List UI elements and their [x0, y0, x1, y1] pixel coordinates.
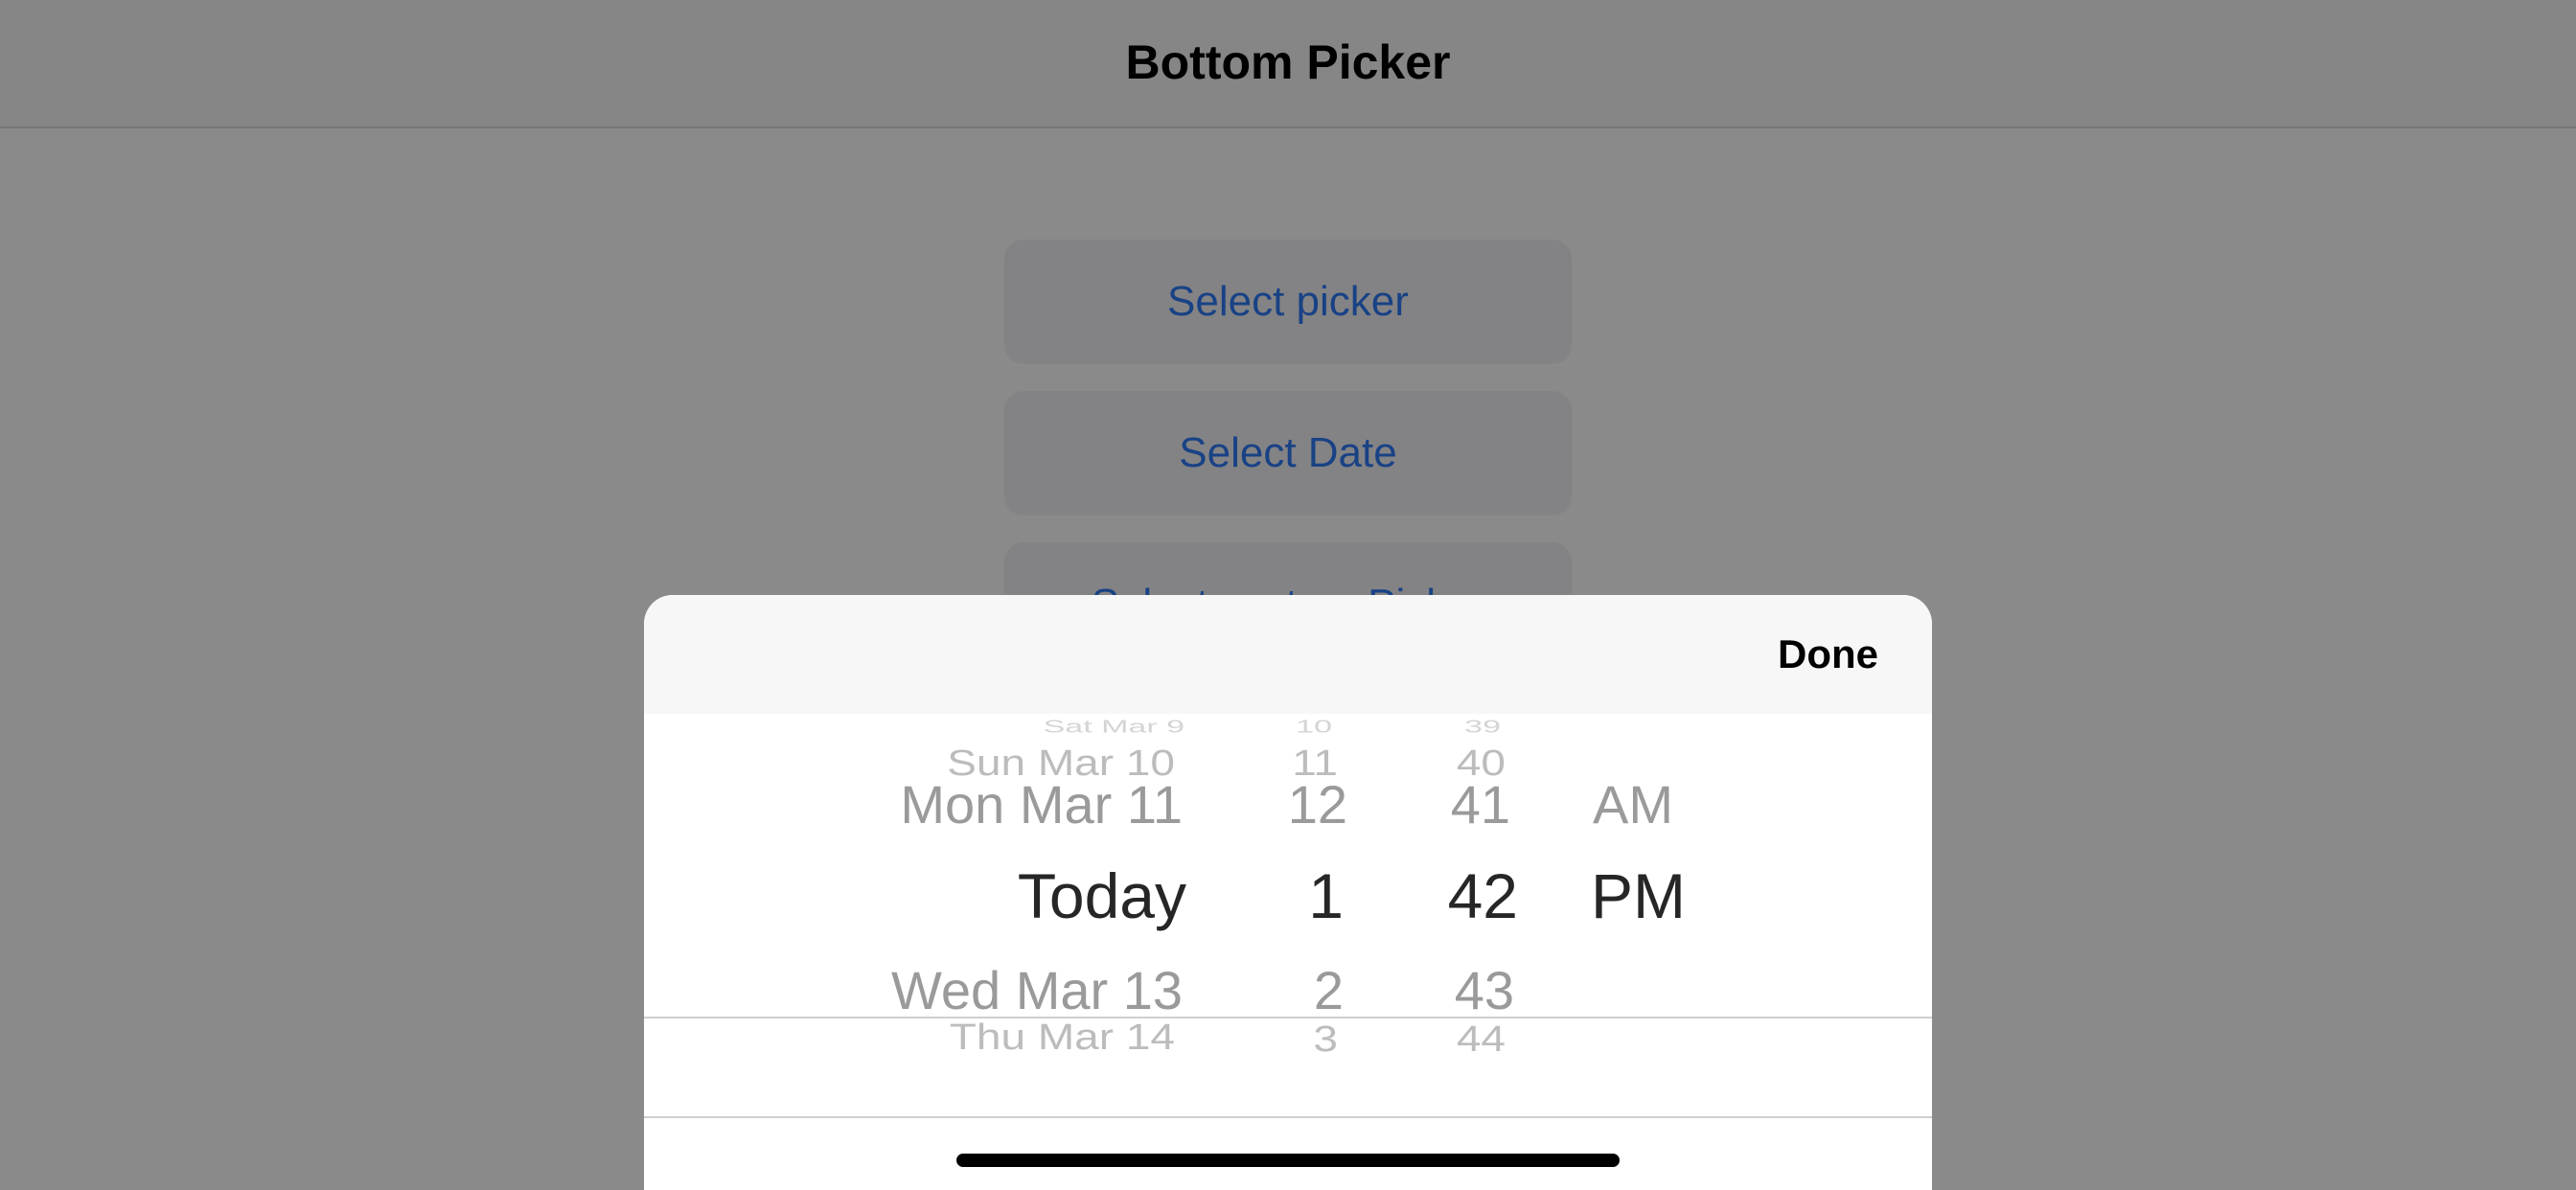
selection-divider-top	[644, 1017, 1932, 1018]
hour-option[interactable]: 3	[1313, 1018, 1338, 1060]
selection-divider-bottom	[644, 1116, 1932, 1118]
home-indicator	[956, 1154, 1620, 1167]
date-option[interactable]: Wed Mar 13	[891, 959, 1183, 1021]
date-option[interactable]: Thu Mar 14	[950, 1016, 1175, 1058]
minute-option[interactable]: 43	[1455, 959, 1514, 1021]
hour-option[interactable]: 12	[1288, 773, 1347, 835]
hour-option[interactable]: 10	[1296, 717, 1332, 737]
bottom-picker-sheet: Done Sat Mar 9 Sun Mar 10 Mon Mar 11 Tod…	[644, 595, 1932, 1190]
date-option[interactable]: Mon Mar 11	[900, 773, 1183, 835]
ampm-option-selected[interactable]: PM	[1591, 859, 1686, 932]
date-option[interactable]: Sat Mar 9	[1044, 717, 1184, 737]
minute-option[interactable]: 39	[1464, 717, 1501, 737]
date-time-wheel[interactable]: Sat Mar 9 Sun Mar 10 Mon Mar 11 Today We…	[644, 714, 1932, 1164]
done-button[interactable]: Done	[1778, 631, 1878, 677]
ampm-option[interactable]: AM	[1593, 773, 1673, 835]
minute-option[interactable]: 44	[1457, 1018, 1506, 1060]
hour-option[interactable]: 2	[1314, 959, 1344, 1021]
minute-option[interactable]: 41	[1451, 773, 1510, 835]
hour-option-selected[interactable]: 1	[1308, 859, 1344, 932]
date-option-selected[interactable]: Today	[1018, 859, 1186, 932]
minute-option-selected[interactable]: 42	[1448, 859, 1518, 932]
picker-toolbar: Done	[644, 595, 1932, 714]
